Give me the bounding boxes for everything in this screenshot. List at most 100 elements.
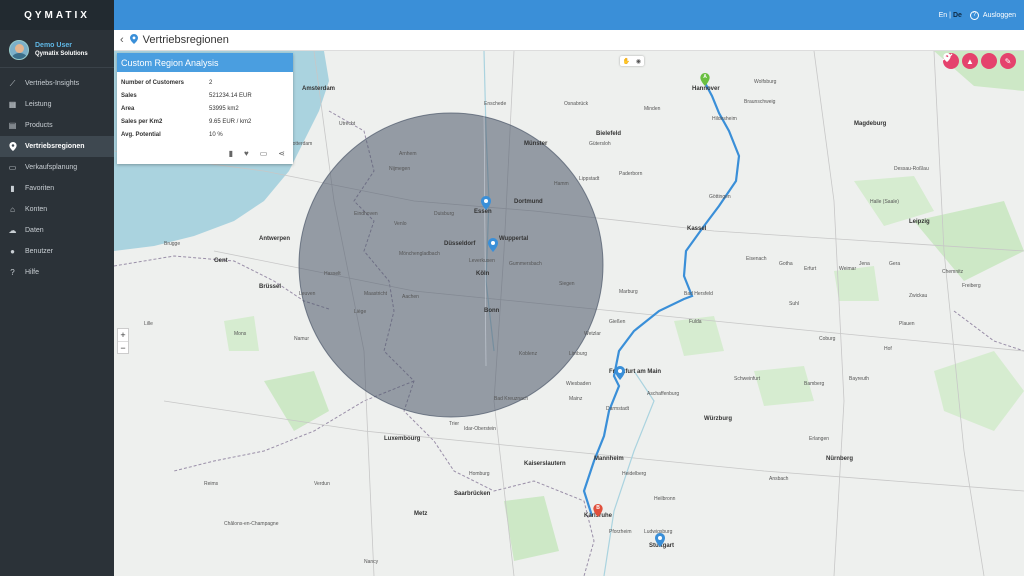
map-label: Osnabrück — [564, 101, 589, 107]
sidebar-item-daten[interactable]: ☁ Daten — [0, 220, 114, 241]
sidebar-item-label: Benutzer — [25, 248, 54, 255]
route-start-marker[interactable]: A — [700, 73, 710, 86]
map-label: Coburg — [819, 336, 836, 342]
map-label: Brugge — [164, 241, 181, 247]
chevron-left-icon[interactable]: ‹ — [120, 34, 124, 46]
row-value: 9.65 EUR / km2 — [209, 118, 252, 125]
language-switcher: En | De — [939, 12, 962, 19]
sidebar-item-label: Konten — [25, 206, 48, 213]
zoom-out-button[interactable]: − — [118, 341, 128, 353]
hand-icon[interactable]: ✋ — [623, 58, 630, 65]
bookmark-icon[interactable]: ▮ — [229, 149, 233, 158]
map-label: Wuppertal — [499, 236, 529, 242]
map-label: Bamberg — [804, 381, 825, 387]
navigation-tool-icon[interactable]: ▲ — [962, 53, 978, 69]
sidebar-item-label: Favoriten — [25, 185, 55, 192]
map-label: Schweinfurt — [734, 376, 761, 382]
row-key: Avg. Potential — [121, 131, 161, 138]
map-label: Leuven — [299, 291, 316, 297]
zoom-in-button[interactable]: + — [118, 329, 128, 341]
map-label: Mönchengladbach — [399, 251, 440, 257]
table-row: Area 53995 km2 — [121, 102, 289, 115]
cloud-upload-icon: ☁ — [8, 226, 17, 235]
map-label: Venlo — [394, 221, 407, 227]
customer-marker[interactable] — [655, 533, 665, 547]
lang-en-link[interactable]: En — [939, 12, 948, 19]
map-label: Gütersloh — [589, 141, 611, 147]
map-tools: ▲ ✎ — [943, 53, 1016, 69]
share-icon[interactable]: ⋖ — [278, 149, 285, 158]
map-label: Hildesheim — [712, 116, 737, 122]
logout-link[interactable]: Ausloggen — [983, 12, 1016, 19]
brand-logo[interactable]: QYMATIX — [0, 0, 114, 30]
app-root: QYMATIX Demo User Qymatix Solutions ⟋ Ver… — [0, 0, 1024, 576]
map-label: Magdeburg — [854, 121, 887, 127]
map-label: Nancy — [364, 559, 379, 565]
sidebar-item-leistung[interactable]: ▦ Leistung — [0, 94, 114, 115]
customer-marker[interactable] — [615, 366, 625, 380]
sidebar-item-vertriebsregionen[interactable]: Vertriebsregionen — [0, 136, 114, 157]
map-label: Bad Hersfeld — [684, 291, 713, 297]
pencil-tool-icon[interactable]: ✎ — [1000, 53, 1016, 69]
sidebar-item-konten[interactable]: ⌂ Konten — [0, 199, 114, 220]
map-mode-toggle[interactable]: ✋ ◉ — [620, 56, 644, 66]
comment-icon[interactable]: ▭ — [260, 149, 268, 158]
map-label: Weimar — [839, 266, 857, 272]
question-circle-icon[interactable]: ? — [969, 10, 979, 20]
table-row: Avg. Potential 10 % — [121, 128, 289, 141]
map-label: Liège — [354, 309, 367, 315]
user-name: Demo User — [35, 42, 72, 50]
map-label: Wetzlar — [584, 331, 601, 337]
map-label: Aachen — [402, 294, 419, 300]
map-label: Verdun — [314, 481, 330, 487]
sidebar-item-label: Daten — [25, 227, 44, 234]
map-label: Gummersbach — [509, 261, 542, 267]
map-label: Homburg — [469, 471, 490, 477]
map-label: Fulda — [689, 319, 702, 325]
map-label: Ansbach — [769, 476, 789, 482]
map-label: Antwerpen — [259, 236, 291, 242]
sidebar-item-vertriebs-insights[interactable]: ⟋ Vertriebs-Insights — [0, 73, 114, 94]
analysis-table: Number of Customers 2 Sales 521234.14 EUR … — [117, 72, 293, 141]
map-label: Würzburg — [704, 416, 732, 422]
map-pin-icon — [129, 33, 138, 47]
map-label: Brüssel — [259, 284, 282, 290]
sidebar-item-favoriten[interactable]: ▮ Favoriten — [0, 178, 114, 199]
map-label: Enschede — [484, 101, 507, 107]
lang-de-link[interactable]: De — [953, 12, 962, 19]
map-label: Minden — [644, 106, 661, 112]
map-label: Nijmegen — [389, 166, 411, 172]
map-label: Hamm — [554, 181, 569, 187]
user-profile[interactable]: Demo User Qymatix Solutions — [0, 32, 114, 68]
bookmark-icon: ▮ — [10, 184, 15, 193]
sidebar-item-benutzer[interactable]: ● Benutzer — [0, 241, 114, 262]
trend-tool-icon[interactable] — [943, 53, 997, 69]
map-label: Dessau-Roßlau — [894, 166, 929, 172]
map-label: Amsterdam — [302, 86, 336, 92]
customer-marker[interactable] — [488, 238, 498, 252]
map-label: Mons — [234, 331, 247, 337]
layers-icon[interactable]: ◉ — [636, 58, 641, 65]
map-label: Lippstadt — [579, 176, 600, 182]
row-key: Sales per Km2 — [121, 118, 163, 125]
heart-icon[interactable]: ♥ — [244, 149, 249, 158]
user-company: Qymatix Solutions — [35, 50, 88, 57]
map-label: Leverkusen — [469, 258, 495, 264]
map-label: Lille — [144, 321, 153, 327]
row-key: Sales — [121, 92, 137, 99]
route-end-label: B — [596, 505, 600, 511]
map-label: Bayreuth — [849, 376, 870, 382]
row-key: Number of Customers — [121, 79, 185, 86]
customer-marker[interactable] — [481, 196, 491, 210]
route-end-marker[interactable]: B — [593, 504, 603, 517]
sidebar-item-hilfe[interactable]: ? Hilfe — [0, 262, 114, 283]
map-label: Göttingen — [709, 194, 731, 200]
sidebar-item-verkaufsplanung[interactable]: ▭ Verkaufsplanung — [0, 157, 114, 178]
map-label: Hannover — [692, 86, 720, 92]
map-label: Erlangen — [809, 436, 830, 442]
map-label: Namur — [294, 336, 310, 342]
sidebar-item-products[interactable]: ▤ Products — [0, 115, 114, 136]
help-icon: ? — [10, 268, 15, 277]
map-label: Mainz — [569, 396, 583, 402]
map-label: Arnhem — [399, 151, 417, 157]
